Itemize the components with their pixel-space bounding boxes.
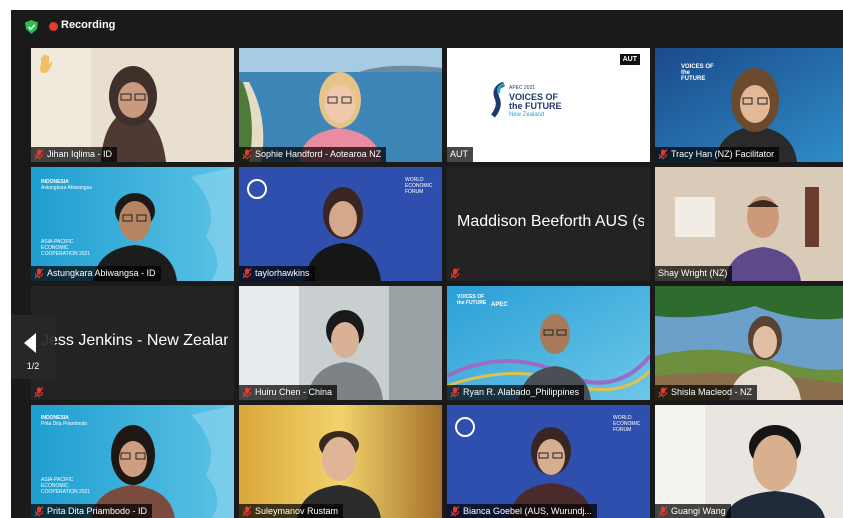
participant-nametag: Ryan R. Alabado_Philippines xyxy=(447,385,585,400)
participant-nametag: taylorhawkins xyxy=(239,266,315,281)
participant-tile-taylorhawkins[interactable]: WORLD ECONOMIC FORUM taylorhawkins xyxy=(239,167,442,281)
recording-label: Recording xyxy=(61,19,116,31)
previous-page-button[interactable]: 1/2 xyxy=(11,315,55,379)
page-indicator: 1/2 xyxy=(26,361,40,371)
voices-of-the-future-logo-icon xyxy=(491,82,505,118)
aut-logo: AUT xyxy=(619,54,640,65)
muted-mic-icon xyxy=(34,506,44,517)
participant-nametag: Tracy Han (NZ) Facilitator xyxy=(655,147,780,162)
muted-mic-icon xyxy=(34,149,44,160)
participant-video xyxy=(31,48,234,162)
muted-mic-icon xyxy=(658,506,668,517)
muted-mic-icon xyxy=(450,387,460,398)
participant-tile-bianca[interactable]: WORLD ECONOMIC FORUM Bianca Goebel (AUS,… xyxy=(447,405,650,518)
participant-tile-aut[interactable]: AUT APEC 2021 VOICES OF the FUTURE New Z… xyxy=(447,48,650,162)
slide-text: APEC 2021 VOICES OF the FUTURE New Zeala… xyxy=(509,84,562,120)
participant-name: Suleymanov Rustam xyxy=(255,506,339,516)
participant-tile-prita[interactable]: INDONESIA Prita Dita Priambodo ASIA-PACI… xyxy=(31,405,234,518)
participant-tile-sophie[interactable]: Sophie Handford - Aotearoa NZ xyxy=(239,48,442,162)
participant-video xyxy=(239,48,442,162)
participant-nametag: Shisla Macleod - NZ xyxy=(655,385,758,400)
participant-name: Jihan Iqlima - ID xyxy=(47,149,113,159)
participant-nametag: Jihan Iqlima - ID xyxy=(31,147,118,162)
participant-tile-jihan[interactable]: Jihan Iqlima - ID xyxy=(31,48,234,162)
zoom-meeting-window: Recording Jihan Iqlima - ID Sophie Handf… xyxy=(11,10,843,518)
participant-name: Astungkara Abiwangsa - ID xyxy=(47,268,156,278)
virtual-background-logo-text: WORLD ECONOMIC FORUM xyxy=(405,177,433,195)
participant-name: Prita Dita Priambodo - ID xyxy=(47,506,148,516)
participant-nametag: AUT xyxy=(447,147,473,162)
slide-sub: New Zealand xyxy=(509,112,545,118)
raised-hand-icon xyxy=(40,54,53,73)
virtual-background-title: VOICES OF the FUTURE xyxy=(457,294,487,306)
virtual-background-subtitle: Astungkara Abiwangsa xyxy=(41,185,92,191)
participant-tile-ryan[interactable]: VOICES OF the FUTURE APEC Ryan R. Alabad… xyxy=(447,286,650,400)
slide-title-2: the FUTURE xyxy=(509,101,562,111)
participant-name: Ryan R. Alabado_Philippines xyxy=(463,387,580,397)
participant-video xyxy=(655,286,843,400)
muted-mic-icon xyxy=(658,387,668,398)
chevron-left-icon xyxy=(24,333,36,353)
muted-mic-icon xyxy=(658,149,668,160)
participant-name: Guangi Wang xyxy=(671,506,726,516)
virtual-background-footer: ASIA-PACIFIC ECONOMIC COOPERATION 2021 xyxy=(41,239,91,257)
muted-mic-icon xyxy=(242,268,252,279)
muted-mic-icon xyxy=(450,506,460,517)
participant-tile-shisla[interactable]: Shisla Macleod - NZ xyxy=(655,286,843,400)
participant-video xyxy=(655,405,843,518)
participant-name-large: Jess Jenkins - New Zealand xyxy=(41,332,228,349)
meeting-topbar: Recording xyxy=(11,10,843,44)
participant-name: AUT xyxy=(450,149,468,159)
participant-nametag: Prita Dita Priambodo - ID xyxy=(31,504,153,518)
recording-dot-icon xyxy=(49,22,58,31)
participant-name: Tracy Han (NZ) Facilitator xyxy=(671,149,775,159)
participant-video xyxy=(239,405,442,518)
participant-nametag: Huiru Chen - China xyxy=(239,385,338,400)
participant-tile-jess[interactable]: Jess Jenkins - New Zealand xyxy=(31,286,234,400)
participant-tile-guangi[interactable]: Guangi Wang xyxy=(655,405,843,518)
muted-mic-icon xyxy=(34,268,44,279)
participant-nametag: Shay Wright (NZ) xyxy=(655,266,733,281)
participant-nametag: Suleymanov Rustam xyxy=(239,504,344,518)
participant-name: Bianca Goebel (AUS, Wurundj... xyxy=(463,506,592,516)
virtual-background-title: VOICES OF the FUTURE xyxy=(681,64,714,82)
security-shield-icon[interactable] xyxy=(25,20,38,34)
muted-mic-icon xyxy=(242,149,252,160)
participant-nametag: Bianca Goebel (AUS, Wurundj... xyxy=(447,504,597,518)
virtual-background-logo-text: APEC xyxy=(491,302,508,308)
muted-mic-icon xyxy=(242,506,252,517)
participant-video xyxy=(239,286,442,400)
participant-tile-maddison[interactable]: Maddison Beeforth AUS (s... xyxy=(447,167,650,281)
muted-mic-icon xyxy=(450,268,460,279)
participant-tile-shay[interactable]: Shay Wright (NZ) xyxy=(655,167,843,281)
participant-nametag: Astungkara Abiwangsa - ID xyxy=(31,266,161,281)
virtual-background-subtitle: Prita Dita Priambodo xyxy=(41,421,88,427)
gallery-grid: Jihan Iqlima - ID Sophie Handford - Aote… xyxy=(31,48,843,518)
participant-video xyxy=(655,167,843,281)
muted-mic-icon xyxy=(242,387,252,398)
participant-name: Sophie Handford - Aotearoa NZ xyxy=(255,149,382,159)
participant-name: Huiru Chen - China xyxy=(255,387,333,397)
participant-name: Shisla Macleod - NZ xyxy=(671,387,753,397)
participant-tile-huiru[interactable]: Huiru Chen - China xyxy=(239,286,442,400)
participant-tile-astungkara[interactable]: INDONESIA Astungkara Abiwangsa ASIA-PACI… xyxy=(31,167,234,281)
participant-tile-suleymanov[interactable]: Suleymanov Rustam xyxy=(239,405,442,518)
participant-name-large: Maddison Beeforth AUS (s... xyxy=(457,213,644,230)
virtual-background-footer: ASIA-PACIFIC ECONOMIC COOPERATION 2021 xyxy=(41,477,91,495)
virtual-background-logo-text: WORLD ECONOMIC FORUM xyxy=(613,415,641,433)
participant-tile-tracy[interactable]: VOICES OF the FUTURE Tracy Han (NZ) Faci… xyxy=(655,48,843,162)
participant-nametag: Sophie Handford - Aotearoa NZ xyxy=(239,147,387,162)
participant-nametag: Guangi Wang xyxy=(655,504,731,518)
muted-mic-icon xyxy=(34,387,44,398)
participant-name: Shay Wright (NZ) xyxy=(658,268,728,278)
participant-name: taylorhawkins xyxy=(255,268,310,278)
